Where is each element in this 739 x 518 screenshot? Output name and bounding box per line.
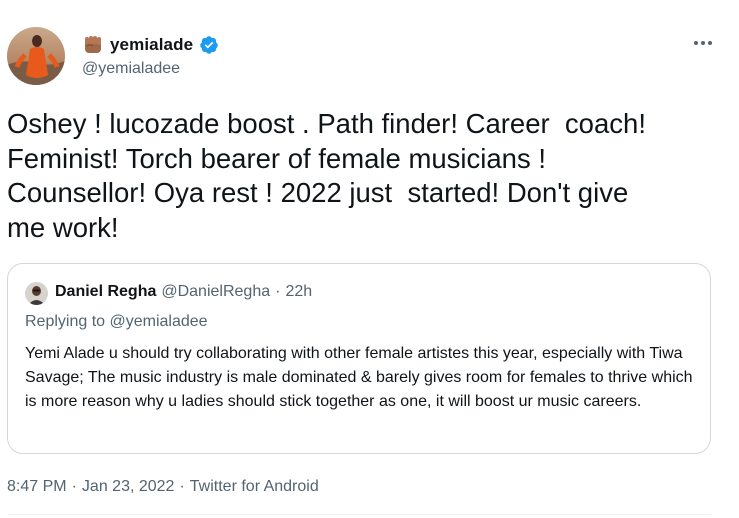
meta-separator: · xyxy=(71,478,77,495)
tweet-time[interactable]: 8:47 PM xyxy=(7,478,67,496)
quoted-replying-to: Replying to @yemialadee xyxy=(25,313,208,330)
more-options-icon[interactable] xyxy=(690,34,716,52)
verified-badge-icon xyxy=(199,35,219,55)
tweet: yemialade @yemialadee Oshey ! lucozade b… xyxy=(0,0,739,518)
divider xyxy=(7,514,711,515)
raised-fist-emoji-icon xyxy=(82,34,104,56)
quoted-handle[interactable]: @DanielRegha xyxy=(161,283,270,301)
quoted-tweet[interactable]: Daniel Regha @DanielRegha · 22h Replying… xyxy=(7,263,711,454)
author-handle[interactable]: @yemialadee xyxy=(82,60,180,78)
author-avatar[interactable] xyxy=(7,27,65,85)
tweet-text: Oshey ! lucozade boost . Path finder! Ca… xyxy=(7,108,646,243)
tweet-date[interactable]: Jan 23, 2022 xyxy=(82,478,175,496)
quoted-timestamp[interactable]: 22h xyxy=(285,283,312,301)
tweet-meta: 8:47 PM · Jan 23, 2022 · Twitter for And… xyxy=(7,478,319,496)
author-name-row[interactable]: yemialade xyxy=(82,33,219,57)
tweet-source[interactable]: Twitter for Android xyxy=(190,478,319,496)
quoted-separator: · xyxy=(275,283,281,300)
quoted-header: Daniel Regha @DanielRegha · 22h xyxy=(55,283,312,301)
meta-separator: · xyxy=(179,478,185,495)
quoted-author-avatar[interactable] xyxy=(25,282,48,305)
author-display-name[interactable]: yemialade xyxy=(110,35,193,55)
quoted-display-name[interactable]: Daniel Regha xyxy=(55,283,156,301)
quoted-tweet-text: Yemi Alade u should try collaborating wi… xyxy=(25,345,693,410)
